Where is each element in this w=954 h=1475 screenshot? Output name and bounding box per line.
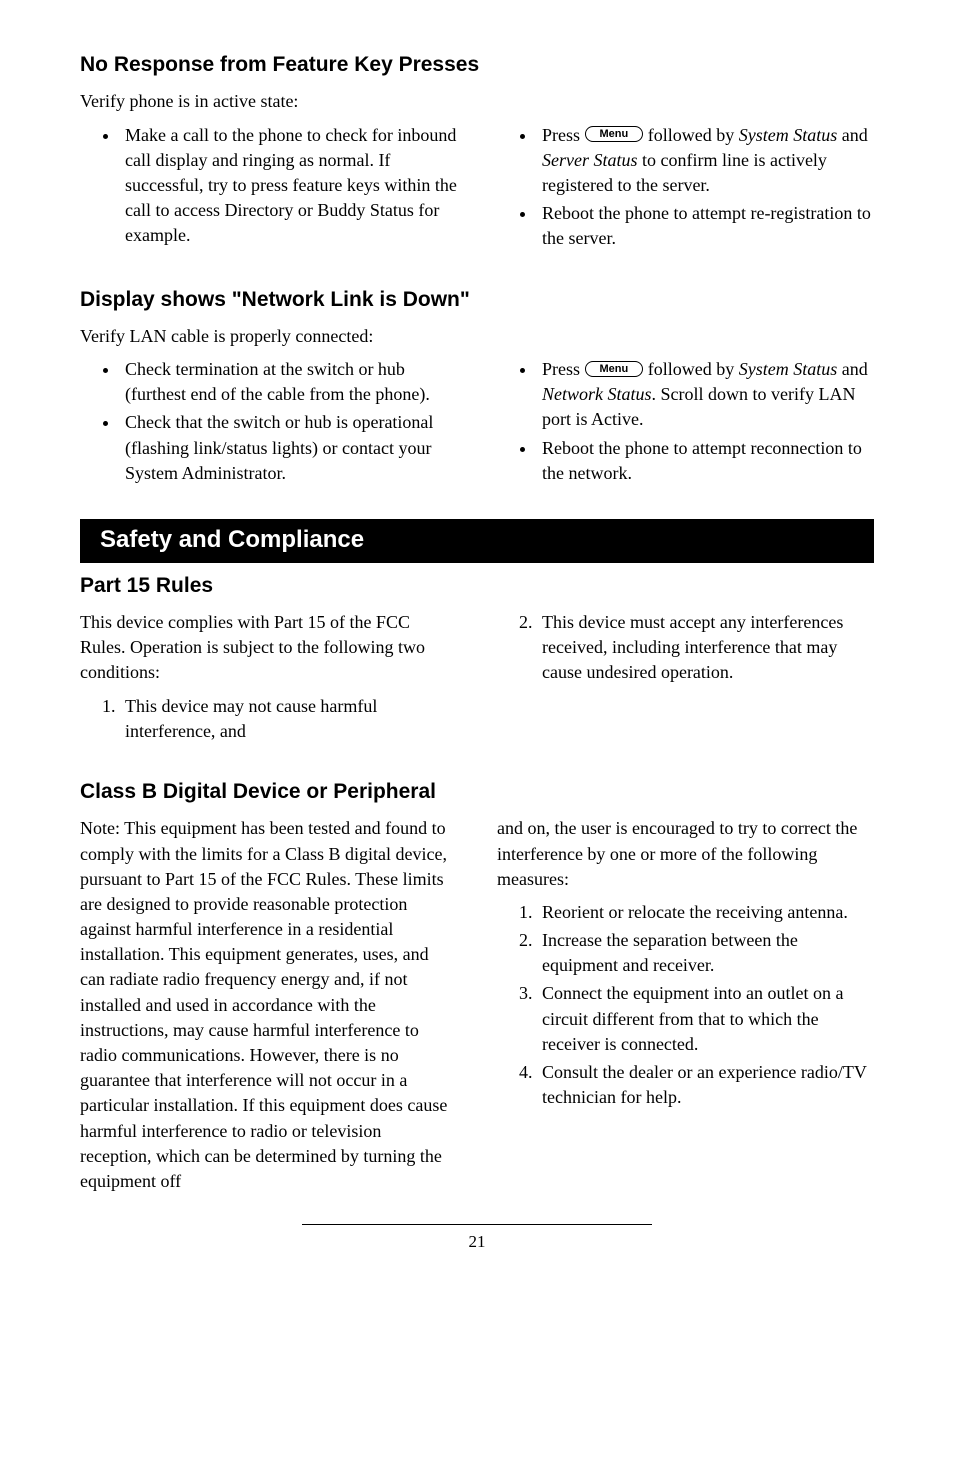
text-italic: Network Status [542, 384, 652, 404]
intro-network-down: Verify LAN cable is properly connected: [80, 324, 874, 349]
text-fragment: followed by [643, 125, 738, 145]
list-item: Reboot the phone to attempt re-registrat… [537, 201, 874, 251]
heading-safety-compliance: Safety and Compliance [80, 519, 874, 563]
menu-button-icon: Menu [585, 126, 644, 142]
text-italic: Server Status [542, 150, 637, 170]
text-fragment: and [837, 125, 868, 145]
list-item: Check termination at the switch or hub (… [120, 357, 457, 407]
list-item: Check that the switch or hub is operatio… [120, 410, 457, 486]
list-item: Press Menu followed by System Status and… [537, 357, 874, 433]
list-item: This device may not cause harmful interf… [120, 694, 457, 744]
paragraph-classb-right-intro: and on, the user is encouraged to try to… [497, 816, 874, 892]
text-italic: System Status [739, 359, 838, 379]
heading-classb: Class B Digital Device or Peripheral [80, 777, 874, 806]
intro-part15: This device complies with Part 15 of the… [80, 610, 457, 686]
intro-no-response: Verify phone is in active state: [80, 89, 874, 114]
heading-no-response: No Response from Feature Key Presses [80, 50, 874, 79]
list-item: Consult the dealer or an experience radi… [537, 1060, 874, 1110]
list-item: Make a call to the phone to check for in… [120, 123, 457, 249]
menu-button-icon: Menu [585, 361, 644, 377]
text-fragment: and [837, 359, 868, 379]
heading-network-down: Display shows "Network Link is Down" [80, 285, 874, 314]
list-item: Connect the equipment into an outlet on … [537, 981, 874, 1057]
footer-divider [302, 1224, 652, 1225]
heading-part15: Part 15 Rules [80, 571, 874, 600]
text-fragment: followed by [643, 359, 738, 379]
list-item: Increase the separation between the equi… [537, 928, 874, 978]
paragraph-classb-left: Note: This equipment has been tested and… [80, 816, 457, 1194]
text-italic: System Status [739, 125, 838, 145]
page-number: 21 [80, 1230, 874, 1254]
text-fragment: Press [542, 125, 585, 145]
text-fragment: Press [542, 359, 585, 379]
list-item: Reorient or relocate the receiving anten… [537, 900, 874, 925]
list-item: Reboot the phone to attempt reconnection… [537, 436, 874, 486]
list-item: This device must accept any interference… [537, 610, 874, 686]
list-item: Press Menu followed by System Status and… [537, 123, 874, 199]
